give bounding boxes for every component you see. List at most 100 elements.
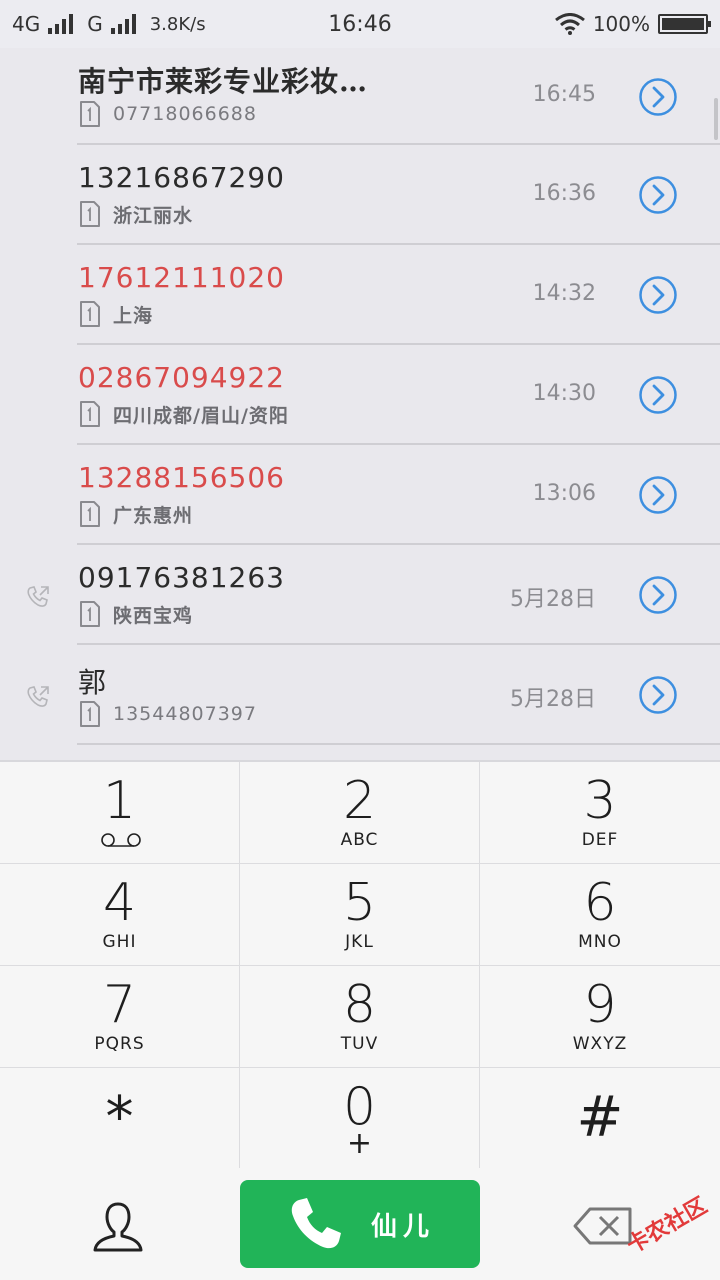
key-3[interactable]: 3 DEF	[480, 762, 720, 864]
call-log-row[interactable]: 13216867290 浙江丽水 16:36	[0, 145, 720, 245]
caller-location: 上海	[113, 304, 154, 327]
caller-name: 02867094922	[78, 361, 285, 394]
caller-detail: 陕西宝鸡	[79, 600, 193, 628]
caller-location: 13544807397	[113, 703, 257, 725]
key-digit: 8	[342, 975, 377, 1035]
call-log-row[interactable]: 17612111020 上海 14:32	[0, 245, 720, 345]
key-symbol: *	[105, 1085, 134, 1150]
caller-name: 南宁市莱彩专业彩妆…	[78, 65, 369, 98]
phone-icon	[291, 1198, 341, 1249]
call-button[interactable]: 仙儿	[240, 1180, 480, 1268]
key-5[interactable]: 5 JKL	[240, 864, 480, 966]
key-digit: 7	[102, 975, 137, 1035]
key-digit: 6	[583, 873, 617, 933]
sim-card-icon	[80, 501, 100, 527]
caller-name: 郭	[78, 666, 108, 699]
contacts-icon[interactable]	[90, 1198, 146, 1254]
key-star[interactable]: *	[0, 1068, 240, 1170]
key-symbol: #	[576, 1085, 624, 1150]
battery-percent: 100%	[592, 12, 650, 36]
caller-name: 13216867290	[78, 161, 285, 194]
key-7[interactable]: 7 PQRS	[0, 966, 240, 1068]
call-detail-arrow-icon[interactable]	[638, 575, 678, 615]
sim-card-icon	[80, 101, 100, 127]
call-time: 14:32	[532, 281, 596, 306]
key-1[interactable]: 1	[0, 762, 240, 864]
voicemail-icon	[101, 833, 141, 847]
call-time: 16:45	[532, 82, 596, 107]
call-time: 5月28日	[510, 587, 596, 612]
call-log-row[interactable]: 02867094922 四川成都/眉山/资阳 14:30	[0, 345, 720, 445]
sim-card-label: 仙儿	[370, 1211, 435, 1242]
sim-card-icon	[80, 301, 100, 327]
caller-location: 陕西宝鸡	[113, 604, 194, 627]
battery-icon	[658, 14, 711, 34]
call-log-row[interactable]: 13288156506 广东惠州 13:06	[0, 445, 720, 545]
wifi-icon	[554, 13, 585, 35]
caller-detail: 07718066688	[79, 100, 257, 128]
call-log-row[interactable]: 09176381263 陕西宝鸡 5月28日	[0, 545, 720, 645]
call-log-row[interactable]: 郭 13544807397 5月28日	[0, 645, 720, 745]
call-time: 13:06	[532, 481, 596, 506]
outgoing-call-icon	[27, 686, 49, 707]
status-bar: 4G G 3.8K/s 16:46 100%	[0, 0, 720, 48]
key-digit: 3	[583, 771, 617, 831]
caller-location: 浙江丽水	[113, 204, 194, 227]
call-detail-arrow-icon[interactable]	[638, 675, 678, 715]
key-plus: +	[346, 1126, 373, 1161]
call-detail-arrow-icon[interactable]	[638, 77, 678, 117]
key-digit: 9	[583, 975, 617, 1035]
call-time: 5月28日	[510, 687, 596, 712]
call-time: 16:36	[532, 181, 596, 206]
key-2[interactable]: 2 ABC	[240, 762, 480, 864]
caller-detail: 广东惠州	[79, 500, 193, 528]
caller-name: 13288156506	[78, 461, 285, 494]
call-detail-arrow-icon[interactable]	[638, 375, 678, 415]
key-9[interactable]: 9 WXYZ	[480, 966, 720, 1068]
signal-bars-icon	[110, 14, 136, 34]
caller-location: 07718066688	[113, 103, 257, 125]
key-6[interactable]: 6 MNO	[480, 864, 720, 966]
call-time: 14:30	[532, 381, 596, 406]
caller-detail: 13544807397	[79, 700, 257, 728]
key-letters: ABC	[340, 830, 379, 850]
key-digit: 5	[342, 873, 377, 933]
signal-bars-icon	[48, 14, 74, 34]
key-letters: DEF	[581, 830, 619, 850]
call-detail-arrow-icon[interactable]	[638, 175, 678, 215]
call-log-row[interactable]: 南宁市莱彩专业彩妆… 07718066688 16:45	[0, 48, 720, 145]
caller-detail: 四川成都/眉山/资阳	[79, 400, 289, 428]
key-digit: 1	[102, 771, 137, 831]
key-letters: PQRS	[94, 1034, 145, 1054]
caller-name: 09176381263	[78, 561, 285, 594]
network-speed: 3.8K/s	[149, 13, 206, 35]
sim-card-icon	[80, 601, 100, 627]
outgoing-call-icon	[27, 586, 49, 607]
key-8[interactable]: 8 TUV	[240, 966, 480, 1068]
network-type-g: G	[87, 12, 103, 36]
key-letters: GHI	[102, 932, 137, 952]
key-digit: 4	[102, 873, 137, 933]
key-4[interactable]: 4 GHI	[0, 864, 240, 966]
dial-keypad: 1 2 ABC 3 DEF 4 GHI 5 JKL 6 MNO 7 PQRS 8 TUV 9 WXYZ * 0 + #	[0, 760, 720, 1170]
key-0[interactable]: 0 +	[240, 1068, 480, 1170]
key-hash[interactable]: #	[480, 1068, 720, 1170]
caller-location: 四川成都/眉山/资阳	[113, 404, 289, 427]
call-log-list[interactable]: 南宁市莱彩专业彩妆… 07718066688 16:45 13216867290 浙江丽…	[0, 48, 720, 760]
network-type-4g: 4G	[12, 12, 41, 36]
sim-card-icon	[80, 701, 100, 727]
caller-location: 广东惠州	[113, 504, 194, 527]
sim-card-icon	[80, 201, 100, 227]
row-divider	[77, 743, 720, 745]
key-letters: TUV	[340, 1034, 379, 1054]
key-letters: WXYZ	[572, 1034, 628, 1054]
caller-detail: 浙江丽水	[79, 200, 193, 228]
key-letters: MNO	[578, 932, 622, 952]
key-letters: JKL	[345, 932, 374, 952]
key-digit: 2	[342, 771, 377, 831]
call-detail-arrow-icon[interactable]	[638, 275, 678, 315]
clock: 16:46	[328, 11, 392, 37]
call-detail-arrow-icon[interactable]	[638, 475, 678, 515]
sim-card-icon	[80, 401, 100, 427]
caller-name: 17612111020	[78, 261, 285, 294]
